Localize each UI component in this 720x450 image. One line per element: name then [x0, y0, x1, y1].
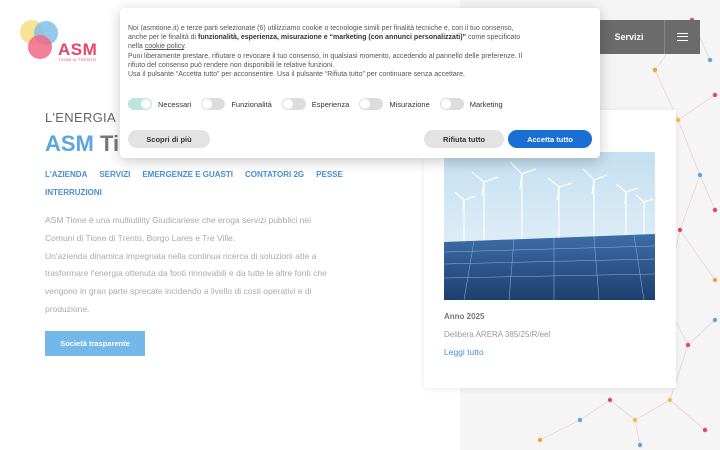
hero-body-line: produzione. — [45, 303, 90, 314]
hero-title-part1: ASM — [45, 131, 94, 156]
learn-more-button[interactable]: Scopri di più — [128, 130, 210, 148]
toggle-esperienza[interactable]: Esperienza — [281, 98, 350, 110]
toggle-switch[interactable] — [128, 98, 152, 110]
cookie-consent-banner: Noi (asmtione.it) e terze parti selezion… — [120, 8, 600, 158]
toggle-switch[interactable] — [201, 98, 226, 110]
menu-button[interactable] — [664, 20, 700, 54]
nav-item-servizi[interactable]: Servizi — [594, 20, 664, 54]
toggle-switch[interactable] — [281, 98, 306, 110]
hero-body-line: vengono in gran parte sprecate incidendo… — [45, 286, 312, 297]
cookie-toggles: Necessari Funzionalità Esperienza Misura… — [128, 98, 513, 110]
cookie-text-span: nella — [128, 43, 145, 51]
hero-nav-contatori[interactable]: CONTATORI 2G — [245, 170, 304, 180]
card-year: Anno 2025 — [444, 312, 485, 321]
hero-body-line: trasformare l'energia ottenuta da fonti … — [45, 268, 327, 279]
cookie-text-span: . — [184, 43, 187, 51]
hamburger-icon — [677, 33, 688, 41]
card-description: Delibera ARERA 385/25/R/eel — [444, 330, 551, 339]
hero-nav-interruzioni[interactable]: INTERRUZIONI — [45, 188, 102, 198]
cookie-text: Noi (asmtione.it) e terze parti selezion… — [128, 24, 594, 79]
hero-nav-azienda[interactable]: L'AZIENDA — [45, 170, 87, 180]
cookie-text-line: rifiuto del consenso può rendere non dis… — [128, 61, 335, 69]
logo-mark-icon — [20, 20, 58, 59]
toggle-label: Misurazione — [389, 99, 430, 109]
hero-description: ASM Tione è una multiutility Giudicaries… — [45, 212, 365, 319]
cookie-text-span: anche per le finalità di — [128, 34, 199, 42]
logo-subtitle: TIONE di TRENTO — [58, 57, 97, 62]
cookie-purposes: funzionalità, esperienza, misurazione e … — [198, 34, 467, 42]
cookie-text-span: come specificato — [466, 34, 521, 42]
hero-nav: L'AZIENDA SERVIZI EMERGENZE E GUASTI CON… — [45, 170, 365, 198]
solar-wind-image — [444, 152, 655, 300]
hero-nav-servizi[interactable]: SERVIZI — [99, 170, 130, 180]
toggle-switch[interactable] — [359, 98, 384, 110]
toggle-switch[interactable] — [439, 98, 464, 110]
toggle-label: Necessari — [158, 99, 192, 109]
societa-trasparente-button[interactable]: Società trasparente — [45, 331, 145, 356]
accept-all-button[interactable]: Accetta tutto — [508, 130, 592, 148]
cookie-text-line: nella cookie policy. — [128, 42, 594, 51]
toggle-misurazione[interactable]: Misurazione — [359, 98, 430, 110]
toggle-marketing[interactable]: Marketing — [439, 98, 503, 110]
toggle-label: Esperienza — [311, 99, 350, 109]
cookie-text-line: Usa il pulsante “Accetta tutto” per acco… — [128, 71, 465, 79]
cookie-text-line: Puoi liberamente prestare, rifiutare o r… — [128, 52, 523, 60]
toggle-funzionalita[interactable]: Funzionalità — [201, 98, 272, 110]
hero-nav-emergenze[interactable]: EMERGENZE E GUASTI — [142, 170, 233, 180]
cookie-text-line: Noi (asmtione.it) e terze parti selezion… — [128, 25, 514, 32]
hero-body-line: Un'azienda dinamica impegnata nella cont… — [45, 250, 317, 261]
card-read-more-link[interactable]: Leggi tutto — [444, 347, 484, 357]
toggle-label: Funzionalità — [231, 99, 272, 109]
toggle-necessari[interactable]: Necessari — [128, 98, 191, 110]
hero-nav-pesse[interactable]: PESSE — [316, 170, 343, 180]
reject-all-button[interactable]: Rifiuta tutto — [424, 130, 504, 148]
cookie-text-line: anche per le finalità di funzionalità, e… — [128, 33, 594, 42]
cookie-policy-link[interactable]: cookie policy — [145, 43, 185, 50]
hero-body-line: Comuni di Tione di Trento, Borgo Lares e… — [45, 232, 236, 243]
toggle-label: Marketing — [469, 99, 503, 109]
hero-body-line: ASM Tione è una multiutility Giudicaries… — [45, 215, 311, 225]
